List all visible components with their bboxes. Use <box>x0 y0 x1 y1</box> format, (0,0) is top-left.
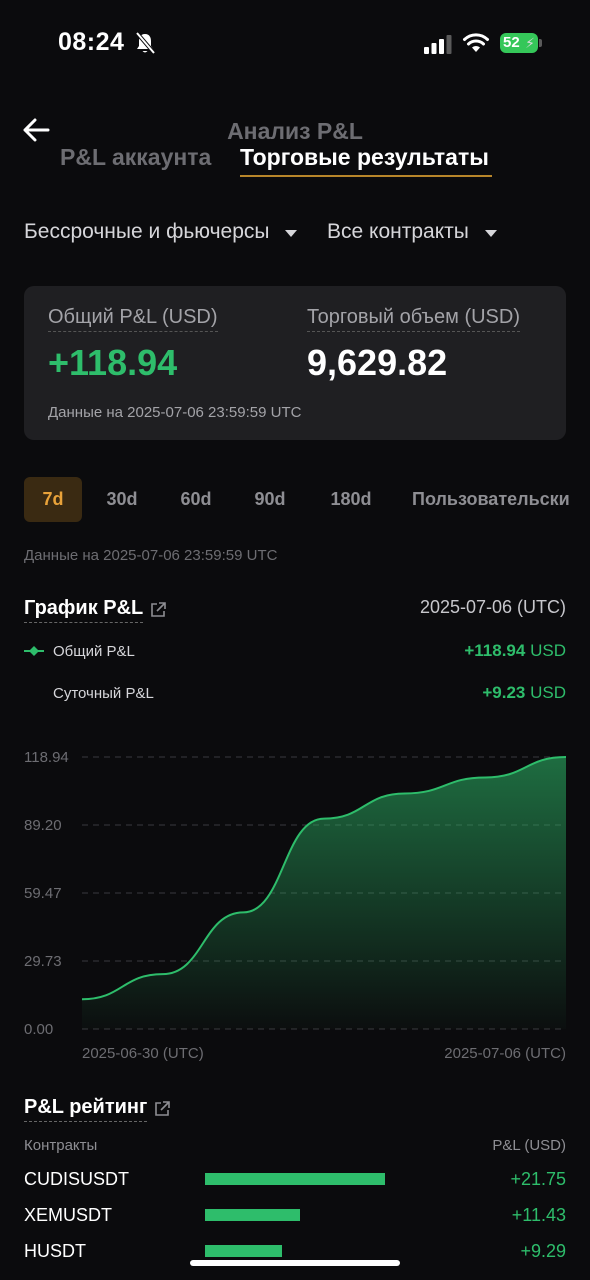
total-pl-label[interactable]: Общий P&L (USD) <box>48 306 218 332</box>
period-7d[interactable]: 7d <box>24 477 82 522</box>
market-filter-label: Бессрочные и фьючерсы <box>24 220 270 243</box>
wifi-icon <box>463 33 489 52</box>
pl-chart-header: График P&L <box>24 597 167 623</box>
legend-total-pl-amount: +118.94 <box>464 641 526 660</box>
battery-cap <box>539 39 542 47</box>
status-time: 08:24 <box>58 28 125 56</box>
x-tick-label-end: 2025-07-06 (UTC) <box>444 1045 566 1062</box>
ranking-col-contract: Контракты <box>24 1137 98 1154</box>
active-tab-indicator <box>240 175 492 177</box>
external-link-icon[interactable] <box>149 601 167 619</box>
period-custom[interactable]: Пользовательски <box>412 477 572 522</box>
pl-chart-date: 2025-07-06 (UTC) <box>419 597 566 617</box>
ranking-row-bar <box>205 1173 385 1185</box>
period-30d[interactable]: 30d <box>94 477 150 522</box>
caret-down-icon <box>484 229 497 237</box>
home-indicator[interactable] <box>190 1260 400 1266</box>
battery-level: 52 <box>503 34 520 51</box>
page-title: Анализ P&L <box>227 118 363 144</box>
battery-indicator: 52 ⚡ <box>500 33 542 53</box>
ranking-row-contract[interactable]: CUDISUSDT <box>24 1169 129 1190</box>
legend-daily-pl-label: Суточный P&L <box>53 685 154 702</box>
caret-down-icon <box>285 229 298 237</box>
ranking-row-contract[interactable]: HUSDT <box>24 1241 86 1262</box>
pl-area-chart[interactable] <box>0 740 590 1040</box>
period-180d[interactable]: 180d <box>318 477 384 522</box>
ranking-title[interactable]: P&L рейтинг <box>24 1096 148 1122</box>
ranking-col-pl: P&L (USD) <box>492 1137 566 1154</box>
tab-account-pl[interactable]: P&L аккаунта <box>60 144 211 171</box>
contracts-filter-dropdown[interactable]: Все контракты <box>327 220 497 244</box>
legend-total-pl-value: +118.94 USD <box>464 641 566 661</box>
ranking-header: P&L рейтинг <box>24 1096 171 1122</box>
legend-total-pl-label: Общий P&L <box>53 643 135 660</box>
x-tick-label-start: 2025-06-30 (UTC) <box>82 1045 204 1062</box>
contracts-filter-label: Все контракты <box>327 220 469 243</box>
market-filter-dropdown[interactable]: Бессрочные и фьючерсы <box>24 220 298 244</box>
ranking-row-bar <box>205 1209 300 1221</box>
trading-volume-label[interactable]: Торговый объем (USD) <box>307 306 520 332</box>
pl-chart-title[interactable]: График P&L <box>24 597 144 623</box>
ranking-row-value: +9.29 <box>520 1241 566 1261</box>
tab-trading-results[interactable]: Торговые результаты <box>240 144 489 171</box>
period-90d[interactable]: 90d <box>242 477 298 522</box>
period-data-timestamp: Данные на 2025-07-06 23:59:59 UTC <box>24 547 278 564</box>
total-pl-legend-marker-icon <box>24 646 44 656</box>
pl-area-fill <box>82 757 566 1029</box>
cellular-signal-icon <box>424 35 452 54</box>
summary-data-timestamp: Данные на 2025-07-06 23:59:59 UTC <box>48 404 302 421</box>
ranking-row-value: +21.75 <box>510 1169 566 1189</box>
external-link-icon[interactable] <box>153 1100 171 1118</box>
legend-daily-pl-amount: +9.23 <box>482 683 526 702</box>
legend-daily-pl-unit: USD <box>530 683 566 702</box>
ranking-row-bar <box>205 1245 282 1257</box>
legend-total-pl-unit: USD <box>530 641 566 660</box>
period-60d[interactable]: 60d <box>168 477 224 522</box>
trading-volume-value: 9,629.82 <box>307 342 448 383</box>
total-pl-value: +118.94 <box>48 342 178 383</box>
ranking-row-contract[interactable]: XEMUSDT <box>24 1205 112 1226</box>
legend-daily-pl-value: +9.23 USD <box>482 683 566 703</box>
charging-bolt-icon: ⚡ <box>525 35 535 51</box>
ranking-row-value: +11.43 <box>511 1205 566 1225</box>
bell-muted-icon <box>135 31 156 55</box>
